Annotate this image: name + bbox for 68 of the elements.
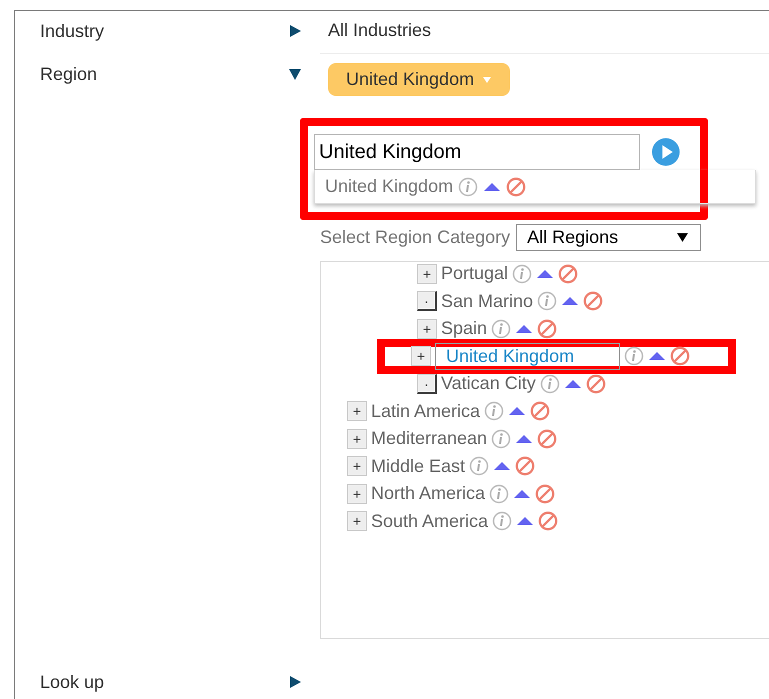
expand-toggle[interactable]: + [347, 401, 367, 422]
region-chip[interactable]: United Kingdom [328, 63, 510, 96]
ban-icon[interactable] [530, 401, 550, 422]
info-icon[interactable] [469, 456, 490, 476]
expand-toggle[interactable]: · [417, 291, 437, 312]
tree-item[interactable]: Spain [441, 318, 488, 340]
expand-toggle[interactable]: + [347, 428, 367, 449]
up-triangle-icon[interactable] [561, 296, 580, 306]
up-triangle-icon[interactable] [513, 488, 532, 499]
field-label: Region [40, 63, 98, 85]
ban-icon[interactable] [506, 176, 526, 196]
caret-icon [482, 76, 492, 84]
tree-item[interactable]: Portugal [441, 263, 508, 284]
info-icon[interactable] [491, 428, 512, 449]
up-triangle-icon[interactable] [515, 434, 534, 444]
tree-item[interactable]: Middle East [371, 456, 466, 477]
expand-toggle[interactable]: + [347, 511, 367, 532]
ban-icon[interactable] [537, 318, 558, 339]
info-icon[interactable] [492, 511, 512, 532]
info-icon[interactable] [489, 484, 510, 504]
category-label: Select Region Category [320, 227, 510, 248]
expand-toggle[interactable]: + [417, 318, 437, 339]
ban-icon[interactable] [515, 456, 536, 476]
suggestion-item[interactable]: United Kingdom [325, 176, 454, 197]
field-label: Look up [40, 671, 106, 693]
info-icon[interactable] [458, 176, 478, 196]
field-value: All Industries [328, 20, 432, 40]
expand-toggle[interactable]: + [347, 456, 367, 476]
ban-icon[interactable] [535, 484, 556, 504]
expand-toggle[interactable]: + [347, 484, 367, 504]
expand-toggle[interactable]: + [417, 264, 437, 284]
tree-item[interactable]: Latin America [371, 400, 480, 422]
tree-item[interactable]: South America [371, 510, 488, 532]
info-icon[interactable] [624, 346, 644, 366]
up-triangle-icon[interactable] [536, 268, 554, 279]
expand-toggle[interactable]: · [417, 374, 437, 394]
field-label: Industry [40, 20, 106, 42]
expand-arrow-icon[interactable] [288, 67, 302, 81]
info-icon[interactable] [491, 318, 512, 339]
search-field[interactable]: United Kingdom [314, 134, 640, 170]
info-icon[interactable] [484, 401, 504, 422]
ban-icon[interactable] [538, 511, 558, 532]
play-icon[interactable] [652, 138, 680, 166]
tree-item[interactable]: North America [371, 483, 486, 504]
ban-icon[interactable] [558, 264, 578, 284]
tree-item[interactable]: Vatican City [441, 373, 536, 394]
expand-toggle[interactable]: + [411, 346, 431, 366]
ban-icon[interactable] [537, 428, 558, 449]
up-triangle-icon[interactable] [493, 461, 512, 472]
info-icon[interactable] [512, 264, 532, 284]
tree-item[interactable]: Mediterranean [371, 428, 488, 450]
up-triangle-icon[interactable] [516, 516, 534, 526]
dropdown-arrow-icon [677, 233, 688, 242]
up-triangle-icon[interactable] [515, 324, 534, 334]
info-icon[interactable] [537, 291, 558, 312]
info-icon[interactable] [540, 374, 560, 394]
up-triangle-icon[interactable] [564, 378, 582, 389]
tree-item[interactable]: San Marino [441, 290, 534, 312]
expand-arrow-icon[interactable] [288, 675, 302, 689]
up-triangle-icon[interactable] [508, 406, 526, 416]
up-triangle-icon[interactable] [648, 351, 666, 362]
region-category-select[interactable]: All Regions [516, 224, 702, 251]
ban-icon[interactable] [670, 346, 690, 366]
ban-icon[interactable] [586, 374, 606, 394]
ban-icon[interactable] [583, 291, 604, 312]
up-triangle-icon[interactable] [483, 182, 502, 192]
tree-item[interactable]: United Kingdom [435, 342, 620, 370]
expand-arrow-icon[interactable] [288, 24, 302, 38]
